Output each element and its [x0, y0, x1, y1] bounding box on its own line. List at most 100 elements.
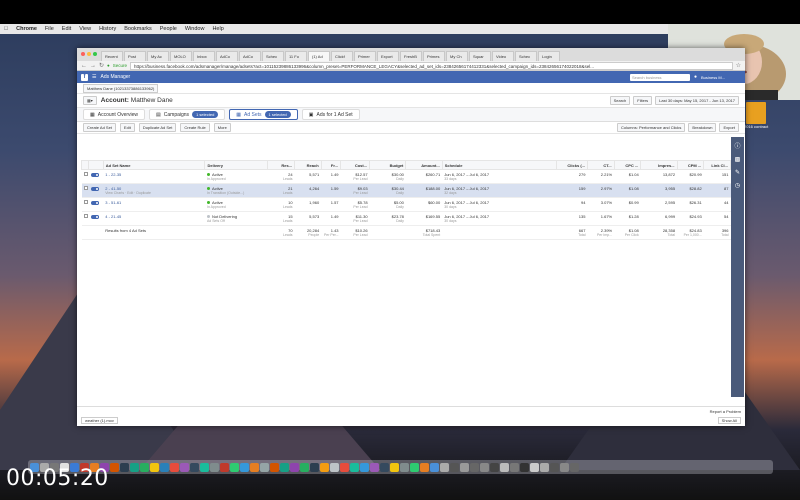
dock-app-icon[interactable]	[460, 462, 469, 472]
dock-app-icon[interactable]	[270, 462, 279, 472]
row-checkbox[interactable]	[81, 169, 89, 184]
menu-window[interactable]: Window	[185, 26, 205, 32]
tab-campaigns[interactable]: ▤ Campaigns 1 selected	[149, 109, 226, 120]
pencil-icon[interactable]: ✎	[735, 169, 740, 176]
dock-app-icon[interactable]	[120, 462, 129, 472]
column-header[interactable]: CPM ...	[676, 160, 705, 170]
dock-app-icon[interactable]	[200, 462, 209, 472]
dock-app-icon[interactable]	[420, 462, 429, 472]
browser-tab[interactable]: MOLO	[170, 51, 192, 61]
create-rule-button[interactable]: Create Rule	[180, 123, 210, 132]
column-header[interactable]: Delivery	[204, 160, 269, 170]
dock-app-icon[interactable]	[350, 462, 359, 472]
column-header[interactable]: Ad Set Name	[102, 160, 206, 170]
date-range-picker[interactable]: Last 30 days: May 15, 2017 - Jun 13, 201…	[655, 96, 739, 105]
browser-tab[interactable]: My Ac	[147, 51, 169, 61]
ad-set-name-link[interactable]: 4 - 21-45	[105, 214, 121, 219]
more-button[interactable]: More	[213, 123, 231, 132]
dock-app-icon[interactable]	[530, 462, 539, 472]
dock-app-icon[interactable]	[250, 462, 259, 472]
dock-app-icon[interactable]	[210, 462, 219, 472]
browser-tab[interactable]: Inbox	[193, 51, 215, 61]
browser-tab[interactable]: Recent	[101, 51, 123, 61]
create-ad-set-button[interactable]: Create Ad Set	[83, 123, 116, 132]
on-off-toggle[interactable]	[90, 214, 99, 219]
dock-app-icon[interactable]	[170, 462, 179, 472]
desktop-file-icon[interactable]: 2016 contract	[744, 102, 768, 132]
row-checkbox[interactable]	[81, 183, 89, 198]
search-button[interactable]: Search	[609, 96, 631, 105]
column-header[interactable]: Reach	[294, 160, 322, 170]
dock-app-icon[interactable]	[560, 462, 569, 472]
dock-app-icon[interactable]	[150, 462, 159, 472]
dock-app-icon[interactable]	[490, 462, 499, 472]
dock-app-icon[interactable]	[570, 462, 579, 472]
dock-app-icon[interactable]	[180, 462, 189, 472]
browser-tab-active[interactable]: (1) Ad	[308, 51, 330, 61]
breakdown-dropdown[interactable]: Breakdown	[688, 123, 717, 132]
table-row[interactable]: 1 - 22-35 Active In Approved 24 Leads 5,571 1.…	[81, 169, 731, 184]
dock-app-icon[interactable]	[190, 462, 199, 472]
export-button[interactable]: Export	[719, 123, 739, 132]
column-header[interactable]: Fr...	[320, 160, 342, 170]
browser-tab[interactable]: 11 Fo	[285, 51, 307, 61]
dock-app-icon[interactable]	[280, 462, 289, 472]
browser-tab[interactable]: Primes	[423, 51, 445, 61]
grid-view-icon[interactable]: ▦▾	[83, 96, 97, 105]
url-input[interactable]: https://business.facebook.com/adsmanager…	[130, 61, 733, 70]
browser-tab[interactable]: FreshB	[400, 51, 422, 61]
dock-app-icon[interactable]	[410, 462, 419, 472]
column-header[interactable]: Budget	[369, 160, 407, 170]
menu-bookmarks[interactable]: Bookmarks	[124, 26, 152, 32]
minimize-window-button[interactable]	[87, 52, 91, 56]
menu-view[interactable]: View	[79, 26, 91, 32]
chart-icon[interactable]: ▩	[735, 156, 741, 163]
menu-edit[interactable]: Edit	[62, 26, 71, 32]
dock-app-icon[interactable]	[480, 462, 489, 472]
row-checkbox[interactable]	[81, 197, 89, 212]
column-header[interactable]: CT...	[586, 160, 615, 170]
browser-tab[interactable]: Primer	[354, 51, 376, 61]
star-icon[interactable]: ☆	[736, 62, 741, 69]
ad-set-name-link[interactable]: 1 - 22-35	[105, 172, 121, 177]
dock-app-icon[interactable]	[220, 462, 229, 472]
dock-app-icon[interactable]	[230, 462, 239, 472]
history-icon[interactable]: ◷	[735, 182, 740, 189]
edit-button[interactable]: Edit	[119, 123, 135, 132]
browser-tab[interactable]: Clickf	[331, 51, 353, 61]
adsets-selected-badge[interactable]: 1 selected	[264, 111, 291, 118]
dock-app-icon[interactable]	[330, 462, 339, 472]
dock-app-icon[interactable]	[430, 462, 439, 472]
on-off-toggle[interactable]	[90, 172, 99, 177]
dock-app-icon[interactable]	[320, 462, 329, 472]
browser-tab[interactable]: AdCo	[216, 51, 238, 61]
column-header[interactable]: Schedule	[441, 160, 557, 170]
menu-icon[interactable]: ☰	[92, 74, 96, 80]
menu-file[interactable]: File	[45, 26, 54, 32]
checkbox-icon[interactable]	[83, 186, 88, 190]
dock-app-icon[interactable]	[340, 462, 349, 472]
download-item[interactable]: weather (1).mov	[81, 417, 118, 424]
close-window-button[interactable]	[81, 52, 85, 56]
user-menu[interactable]: Business M...	[701, 75, 741, 80]
browser-tab[interactable]: Login	[538, 51, 560, 61]
dock-app-icon[interactable]	[550, 462, 559, 472]
menu-people[interactable]: People	[160, 26, 177, 32]
dock-app-icon[interactable]	[440, 462, 449, 472]
dock-app-icon[interactable]	[310, 462, 319, 472]
dock-app-icon[interactable]	[470, 462, 479, 472]
tab-account-overview[interactable]: ▦ Account Overview	[83, 109, 146, 120]
browser-tab[interactable]: Squar	[469, 51, 491, 61]
table-row[interactable]: 3 - 51-61 Active In Approved 10 Leads 1,960 1.…	[81, 197, 731, 212]
account-dropdown[interactable]: Matthew Dane (10213373886133962)	[83, 83, 159, 93]
on-off-toggle[interactable]	[90, 186, 99, 191]
column-header[interactable]: Impres...	[640, 160, 678, 170]
browser-tab[interactable]: Schec	[262, 51, 284, 61]
dock-app-icon[interactable]	[140, 462, 149, 472]
ad-set-name-link[interactable]: 3 - 51-61	[105, 200, 121, 205]
browser-tab[interactable]: AdCo	[239, 51, 261, 61]
dock-app-icon[interactable]	[290, 462, 299, 472]
duplicate-button[interactable]: Duplicate Ad Set	[138, 123, 177, 132]
filters-button[interactable]: Filters	[633, 96, 653, 105]
zoom-window-button[interactable]	[93, 52, 97, 56]
